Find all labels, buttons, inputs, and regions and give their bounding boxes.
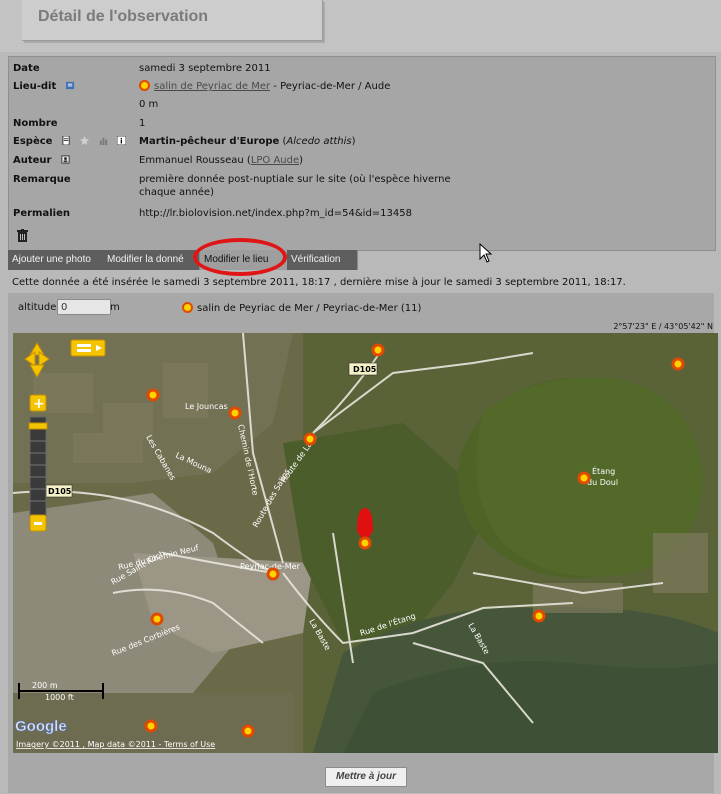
observation-marker[interactable] (671, 357, 685, 371)
d105-left-text: D105 (48, 487, 72, 496)
observation-marker[interactable] (241, 724, 255, 738)
observation-marker[interactable] (150, 612, 164, 626)
auteur-label: Auteur (13, 154, 70, 168)
place-label: salin de Peyriac de Mer / Peyriac-de-Mer… (182, 302, 421, 314)
contact-icon[interactable] (61, 155, 70, 164)
lieu-dit-link[interactable]: salin de Peyriac de Mer (154, 81, 270, 92)
altitude-unit: m (110, 302, 120, 313)
map-layers-button[interactable] (70, 339, 106, 357)
espece-label: Espèce i (13, 135, 127, 149)
tab-verification[interactable]: Vérification (287, 250, 358, 270)
observation-marker[interactable] (371, 343, 385, 357)
tab-ajouter-photo[interactable]: Ajouter une photo (8, 250, 111, 270)
observation-marker[interactable] (266, 567, 280, 581)
location-marker-icon (139, 80, 150, 91)
svg-text:i: i (121, 137, 123, 145)
header-bar: Détail de l'observation (0, 0, 721, 52)
altitude-label: altitude (18, 302, 57, 313)
auteur-value: Emmanuel Rousseau (LPO Aude) (139, 155, 304, 166)
permalien-value: http://lr.biolovision.net/index.php?m_id… (139, 208, 412, 219)
espece-latin: Alcedo atthis (286, 136, 352, 147)
observation-marker[interactable] (144, 719, 158, 733)
label-du-doul: du Doul (587, 478, 618, 487)
d105-top-text: D105 (353, 365, 377, 374)
title-box: Détail de l'observation (22, 0, 323, 41)
nombre-label: Nombre (13, 118, 58, 129)
status-line: Cette donnée a été insérée le samedi 3 s… (12, 277, 626, 288)
place-marker-icon (182, 302, 193, 313)
page-title: Détail de l'observation (38, 8, 209, 25)
lieu-dit-label: Lieu-dit (13, 80, 75, 94)
zoom-in-icon: + (33, 396, 45, 412)
lieu-dit-suffix: - Peyriac-de-Mer / Aude (270, 81, 391, 92)
label-le-jouncas: Le Jouncas (185, 402, 228, 411)
map-link-icon[interactable] (65, 81, 75, 90)
nombre-value: 1 (139, 118, 146, 129)
auteur-name: Emmanuel Rousseau (139, 155, 244, 166)
google-logo: Google (15, 718, 67, 735)
lieu-dit-value: salin de Peyriac de Mer - Peyriac-de-Mer… (139, 80, 390, 94)
current-location-pin-icon[interactable] (357, 508, 373, 550)
remarque-label: Remarque (13, 174, 71, 185)
trash-icon[interactable] (17, 229, 28, 242)
update-button[interactable]: Mettre à jour (325, 767, 407, 787)
espece-value: Martin-pêcheur d'Europe (Alcedo atthis) (139, 136, 356, 147)
satellite-map[interactable]: D105 D105 Le Jouncas Étang du Doul Peyri… (13, 333, 718, 753)
observation-marker[interactable] (228, 406, 242, 420)
info-icon[interactable]: i (117, 136, 127, 145)
tab-bar: Ajouter une photo Modifier la donné Modi… (8, 250, 714, 270)
date-value: samedi 3 septembre 2011 (139, 63, 271, 74)
zoom-out-icon (34, 522, 42, 525)
scale-feet: 1000 ft (45, 693, 74, 702)
scale-meters: 200 m (32, 681, 58, 690)
date-label: Date (13, 63, 40, 74)
observation-marker[interactable] (532, 609, 546, 623)
observation-details: Date samedi 3 septembre 2011 Lieu-dit sa… (8, 56, 716, 263)
document-icon[interactable] (62, 136, 71, 145)
map-attribution[interactable]: Imagery ©2011 , Map data ©2011 - Terms o… (16, 740, 215, 749)
remarque-value: première donnée post-nuptiale sur le sit… (139, 174, 451, 198)
label-etang: Étang (592, 465, 615, 476)
espece-name: Martin-pêcheur d'Europe (139, 136, 280, 147)
altitude-input[interactable] (57, 299, 111, 315)
chart-icon[interactable] (99, 136, 108, 145)
auteur-org-link[interactable]: LPO Aude (251, 155, 299, 166)
observation-marker[interactable] (577, 471, 591, 485)
lieu-dit-distance: 0 m (139, 99, 159, 110)
map-coordinates: 2°57'23" E / 43°05'42" N (613, 322, 713, 331)
observation-marker[interactable] (146, 388, 160, 402)
star-icon[interactable] (80, 136, 90, 145)
highlight-circle (193, 238, 287, 276)
zoom-slider-handle (28, 422, 48, 430)
tab-modifier-donnee[interactable]: Modifier la donné (103, 250, 200, 270)
permalien-label: Permalien (13, 208, 70, 219)
observation-marker[interactable] (303, 432, 317, 446)
